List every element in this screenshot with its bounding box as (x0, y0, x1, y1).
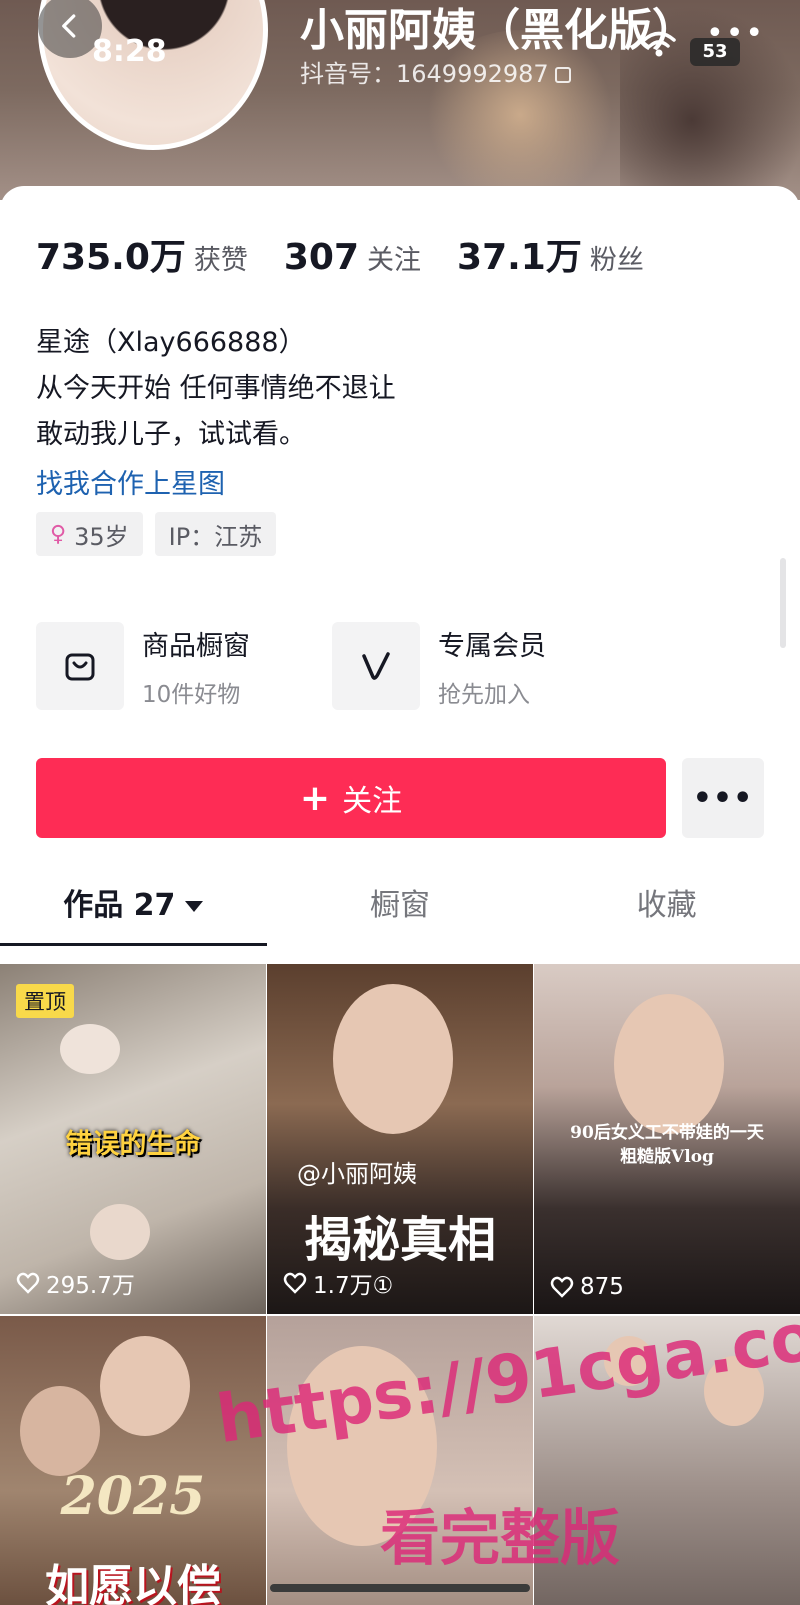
feature-title: 专属会员 (438, 630, 546, 662)
tab-works[interactable]: 作品 27 (0, 876, 267, 946)
video-likes: 1.7万① (283, 1266, 393, 1300)
thumbnail-image (100, 1336, 190, 1436)
video-caption-line2: 粗糙版Vlog (620, 1147, 714, 1167)
feature-title: 商品橱窗 (142, 630, 250, 662)
home-indicator (270, 1584, 530, 1592)
more-actions-button[interactable]: ••• (682, 758, 764, 838)
status-time: 8:28 (92, 34, 167, 69)
thumbnail-image (90, 1204, 150, 1260)
likes-count-text: 875 (580, 1274, 624, 1300)
profile-stats: 735.0万 获赞 307 关注 37.1万 粉丝 (36, 228, 680, 280)
heart-icon (16, 1272, 40, 1294)
feature-subtitle: 抢先加入 (438, 681, 530, 708)
bio-line: 从今天开始 任何事情绝不退让 (36, 373, 396, 404)
video-likes: 875 (550, 1274, 624, 1300)
likes-count-text: 1.7万① (313, 1273, 394, 1299)
ip-tag: IP：江苏 (154, 512, 277, 556)
star-map-link[interactable]: 找我合作上星图 (36, 462, 225, 501)
age-text: 35岁 (74, 522, 129, 551)
age-tag: ♀ 35岁 (36, 512, 143, 556)
video-thumbnail[interactable]: @小丽阿姨 揭秘真相 1.7万① (267, 964, 533, 1314)
thumbnail-image (20, 1386, 100, 1476)
caret-down-icon (185, 901, 204, 912)
profile-banner: 8:28 小丽阿姨（黑化版） 抖音号：1649992987 53 ••• (0, 0, 800, 200)
video-thumbnail[interactable]: 2025 如愿以偿 (0, 1316, 266, 1605)
video-caption: 90后女义工不带娃的一天 (570, 1123, 764, 1143)
following-label: 关注 (367, 245, 422, 276)
profile-tabs: 作品 27 橱窗 收藏 (0, 876, 800, 946)
followers-count[interactable]: 37.1万 (457, 228, 582, 280)
video-thumbnail[interactable]: 90后女义工不带娃的一天 粗糙版Vlog 875 (534, 964, 800, 1314)
chevron-left-icon (62, 14, 76, 38)
pinned-badge: 置顶 (16, 984, 74, 1018)
scrollbar (780, 558, 786, 648)
more-dots-icon[interactable]: ••• (706, 16, 765, 51)
tab-works-label: 作品 27 (63, 888, 176, 923)
product-showcase-entry[interactable]: 商品橱窗 10件好物 (36, 622, 332, 710)
video-caption-line2: 如愿以偿 (45, 1561, 221, 1605)
douyin-id[interactable]: 抖音号：1649992987 (300, 54, 571, 89)
video-caption-top: @小丽阿姨 (297, 1160, 417, 1188)
heart-icon (283, 1272, 307, 1294)
copy-icon[interactable] (554, 67, 571, 83)
follow-button[interactable]: + 关注 (36, 758, 666, 838)
video-thumbnail[interactable]: 置顶 错误的生命 295.7万 (0, 964, 266, 1314)
tab-favorites[interactable]: 收藏 (533, 876, 800, 946)
follow-label: 关注 (342, 784, 403, 819)
profile-tags: ♀ 35岁 IP：江苏 (36, 512, 277, 556)
membership-entry[interactable]: 专属会员 抢先加入 (332, 622, 628, 710)
thumbnail-image (333, 984, 453, 1134)
likes-count[interactable]: 735.0万 (36, 228, 186, 280)
member-v-icon (332, 622, 420, 710)
heart-icon (550, 1276, 574, 1298)
video-caption: 错误的生命 (65, 1129, 201, 1160)
video-likes: 295.7万 (16, 1266, 135, 1300)
thumbnail-image (60, 1024, 120, 1074)
thumbnail-image (614, 994, 724, 1134)
wifi-icon (642, 31, 676, 57)
tab-showcase[interactable]: 橱窗 (267, 876, 534, 946)
plus-icon: + (299, 777, 331, 819)
bio-line: 星途（Xlay666888） (36, 327, 306, 358)
following-count[interactable]: 307 (284, 237, 359, 278)
likes-count-text: 295.7万 (46, 1273, 135, 1299)
followers-label: 粉丝 (589, 245, 644, 276)
likes-label: 获赞 (193, 245, 248, 276)
shopping-bag-icon (36, 622, 124, 710)
feature-subtitle: 10件好物 (142, 681, 241, 708)
profile-bio: 星途（Xlay666888） 从今天开始 任何事情绝不退让 敢动我儿子，试试看。 (36, 320, 396, 458)
video-caption: 揭秘真相 (303, 1212, 496, 1268)
profile-features: 商品橱窗 10件好物 专属会员 抢先加入 (36, 622, 628, 710)
profile-nickname: 小丽阿姨（黑化版） (300, 5, 696, 56)
bio-line: 敢动我儿子，试试看。 (36, 419, 306, 450)
watermark-cta: 看完整版 (380, 1504, 620, 1574)
douyin-id-text: 抖音号：1649992987 (300, 60, 549, 88)
video-caption: 2025 (60, 1466, 206, 1527)
female-icon: ♀ (50, 521, 67, 547)
